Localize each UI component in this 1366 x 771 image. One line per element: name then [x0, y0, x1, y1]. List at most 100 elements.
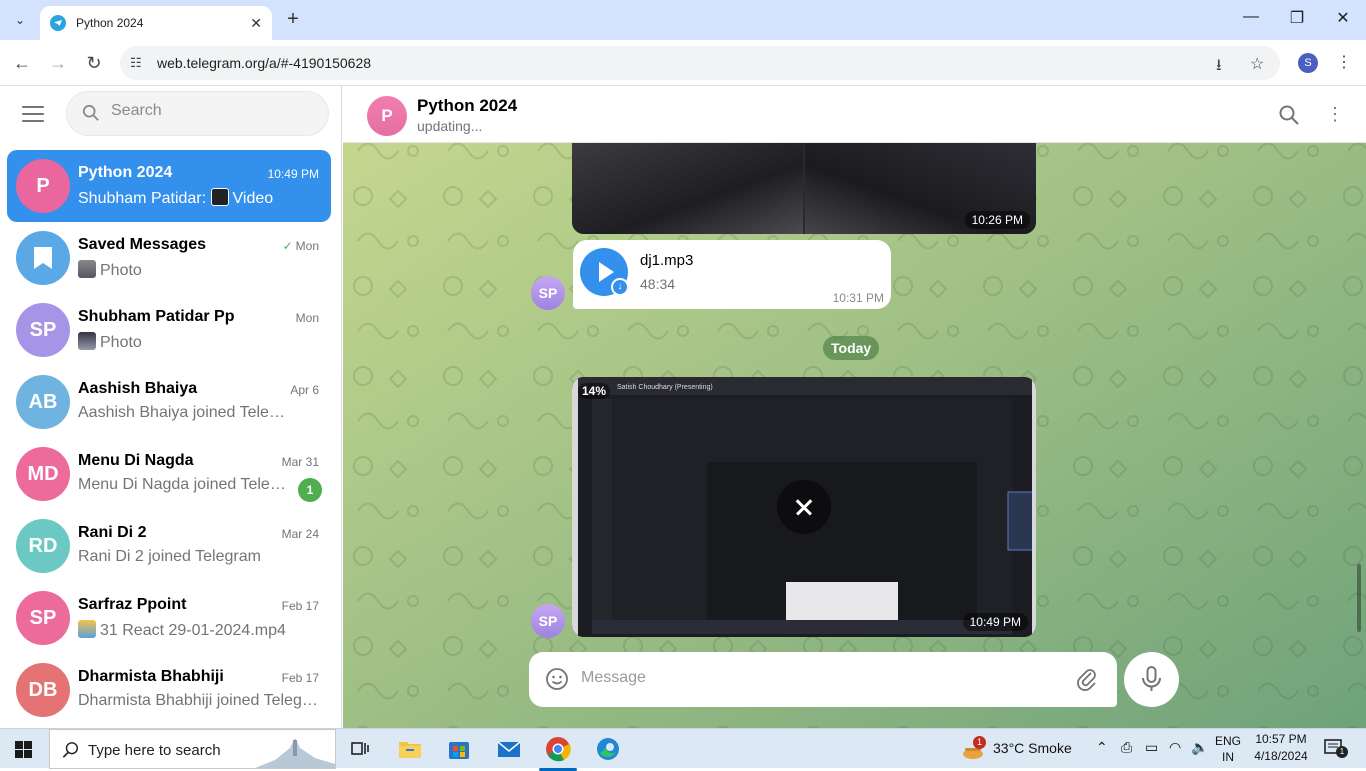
search-highlight-image: [255, 730, 335, 768]
wifi-icon[interactable]: ◠: [1169, 739, 1181, 756]
taskbar-search-placeholder: Type here to search: [88, 742, 221, 759]
forward-button[interactable]: →: [46, 51, 70, 75]
download-icon[interactable]: ↓: [611, 278, 629, 296]
chat-time: Mar 24: [281, 527, 319, 541]
sender-avatar[interactable]: SP: [531, 276, 565, 310]
restore-button[interactable]: ❐: [1274, 8, 1320, 28]
taskbar-clock[interactable]: 10:57 PM 4/18/2024: [1250, 731, 1312, 765]
photo-thumbnail-icon: [78, 332, 96, 350]
notification-count: 1: [1336, 746, 1348, 758]
bookmark-icon: [34, 247, 52, 269]
avatar: DB: [16, 663, 70, 717]
profile-avatar[interactable]: S: [1298, 53, 1318, 73]
date-divider: Today: [823, 336, 880, 360]
attach-icon[interactable]: [1075, 667, 1099, 691]
avatar: P: [16, 159, 70, 213]
more-options-icon[interactable]: ⋮: [1326, 104, 1344, 125]
voice-record-button[interactable]: [1124, 652, 1179, 707]
chat-item-sarfraz-ppoint[interactable]: SP Sarfraz Ppoint Feb 17 31 React 29-01-…: [7, 582, 331, 654]
chat-list: P Python 2024 10:49 PM Shubham Patidar: …: [0, 150, 342, 726]
new-tab-button[interactable]: +: [282, 8, 304, 30]
show-hidden-icons[interactable]: ⌃: [1096, 739, 1108, 756]
clock-time: 10:57 PM: [1255, 732, 1307, 746]
notifications-icon[interactable]: 1: [1324, 739, 1348, 758]
chat-item-rani-di-2[interactable]: RD Rani Di 2 Mar 24 Rani Di 2 joined Tel…: [7, 510, 331, 582]
search-icon: [62, 742, 79, 758]
task-view-icon[interactable]: [346, 735, 374, 763]
taskbar-search-box[interactable]: Type here to search: [49, 729, 336, 769]
input-language[interactable]: ENG IN: [1215, 733, 1241, 765]
emoji-icon[interactable]: [545, 667, 569, 691]
browser-toolbar: ← → ↻ ☷ web.telegram.org/a/#-4190150628 …: [0, 40, 1366, 86]
telegram-app: P Python 2024 10:49 PM Shubham Patidar: …: [0, 86, 1366, 728]
chat-scrollbar[interactable]: [1357, 564, 1361, 632]
cancel-download-button[interactable]: [777, 480, 831, 534]
search-icon[interactable]: [1279, 105, 1299, 125]
tab-title: Python 2024: [76, 16, 144, 30]
audio-file-name: dj1.mp3: [640, 252, 694, 269]
audio-message[interactable]: ↓ dj1.mp3 48:34 10:31 PM: [573, 240, 891, 309]
meet-now-icon[interactable]: ⎙: [1121, 739, 1132, 756]
url-text[interactable]: web.telegram.org/a/#-4190150628: [157, 55, 371, 71]
battery-icon[interactable]: ▭: [1145, 739, 1158, 756]
photo-thumbnail-icon: [78, 260, 96, 278]
chat-title[interactable]: Python 2024: [417, 96, 517, 116]
volume-icon[interactable]: 🔈: [1191, 739, 1208, 756]
main-menu-icon[interactable]: [22, 106, 44, 122]
chat-name: Rani Di 2: [78, 524, 147, 541]
avatar: SP: [16, 303, 70, 357]
chrome-icon[interactable]: [539, 735, 577, 771]
chat-item-python-2024[interactable]: P Python 2024 10:49 PM Shubham Patidar: …: [7, 150, 331, 222]
video-frame-caption: Satish Choudhary (Presenting): [617, 384, 713, 391]
back-button[interactable]: ←: [10, 51, 34, 75]
chat-last-message: Aashish Bhaiya joined Telegram: [78, 404, 293, 421]
microsoft-store-icon[interactable]: [445, 735, 473, 763]
chat-item-aashish-bhaiya[interactable]: AB Aashish Bhaiya Apr 6 Aashish Bhaiya j…: [7, 366, 331, 438]
chat-name: Shubham Patidar Pp: [78, 308, 235, 325]
file-explorer-icon[interactable]: [396, 735, 424, 763]
message-time: 10:31 PM: [832, 291, 884, 305]
chat-item-dharmista-bhabhiji[interactable]: DB Dharmista Bhabhiji Feb 17 Dharmista B…: [7, 654, 331, 726]
chat-header[interactable]: P Python 2024 updating... ⋮: [343, 86, 1366, 143]
address-bar[interactable]: ☷ web.telegram.org/a/#-4190150628 ⭳ ☆: [120, 46, 1280, 80]
search-box[interactable]: [66, 91, 329, 136]
browser-menu-icon[interactable]: ⋮: [1336, 52, 1352, 72]
sender-avatar[interactable]: SP: [531, 604, 565, 638]
chat-time: Apr 6: [290, 383, 319, 397]
chat-last-message: 31 React 29-01-2024.mp4: [78, 620, 293, 640]
weather-text[interactable]: 33°C Smoke: [993, 740, 1072, 756]
chat-item-saved-messages[interactable]: Saved Messages ✓ Mon Photo: [7, 222, 331, 294]
minimize-button[interactable]: —: [1228, 8, 1274, 26]
chat-list-sidebar: P Python 2024 10:49 PM Shubham Patidar: …: [0, 86, 342, 728]
chat-last-message: Shubham Patidar: Video: [78, 188, 293, 208]
chat-avatar[interactable]: P: [367, 96, 407, 136]
search-input[interactable]: [111, 102, 311, 120]
bookmark-star-icon[interactable]: ☆: [1250, 54, 1264, 74]
avatar: MD: [16, 447, 70, 501]
edge-icon[interactable]: [594, 735, 622, 763]
install-app-icon[interactable]: ⭳: [1216, 54, 1222, 81]
message-time: 10:49 PM: [962, 613, 1028, 631]
avatar: RD: [16, 519, 70, 573]
chat-name: Dharmista Bhabhiji: [78, 668, 224, 685]
photo-thumbnail[interactable]: [572, 143, 803, 234]
chat-time: ✓ Mon: [282, 239, 319, 253]
mail-icon[interactable]: [495, 735, 523, 763]
tab-close-icon[interactable]: ✕: [250, 15, 262, 32]
browser-tab[interactable]: Python 2024 ✕: [40, 6, 272, 40]
video-message[interactable]: 14% Satish Choudhary (Presenting) 10:49 …: [572, 377, 1036, 637]
reload-button[interactable]: ↻: [82, 51, 106, 75]
chat-name: Aashish Bhaiya: [78, 380, 198, 397]
windows-start-icon[interactable]: [15, 741, 32, 758]
message-input[interactable]: [581, 669, 1051, 687]
close-window-button[interactable]: ✕: [1320, 8, 1366, 28]
telegram-favicon-icon: [50, 15, 66, 31]
chat-name: Menu Di Nagda: [78, 452, 194, 469]
chat-last-message: Photo: [78, 332, 293, 352]
chat-item-shubham-patidar-pp[interactable]: SP Shubham Patidar Pp Mon Photo: [7, 294, 331, 366]
chat-last-message: Photo: [78, 260, 293, 280]
photo-album-message[interactable]: 10:26 PM: [572, 143, 1036, 234]
site-settings-icon[interactable]: ☷: [130, 55, 142, 71]
chat-item-menu-di-nagda[interactable]: MD Menu Di Nagda Mar 31 Menu Di Nagda jo…: [7, 438, 331, 510]
tab-search-chevron-icon[interactable]: ⌄: [8, 8, 32, 32]
